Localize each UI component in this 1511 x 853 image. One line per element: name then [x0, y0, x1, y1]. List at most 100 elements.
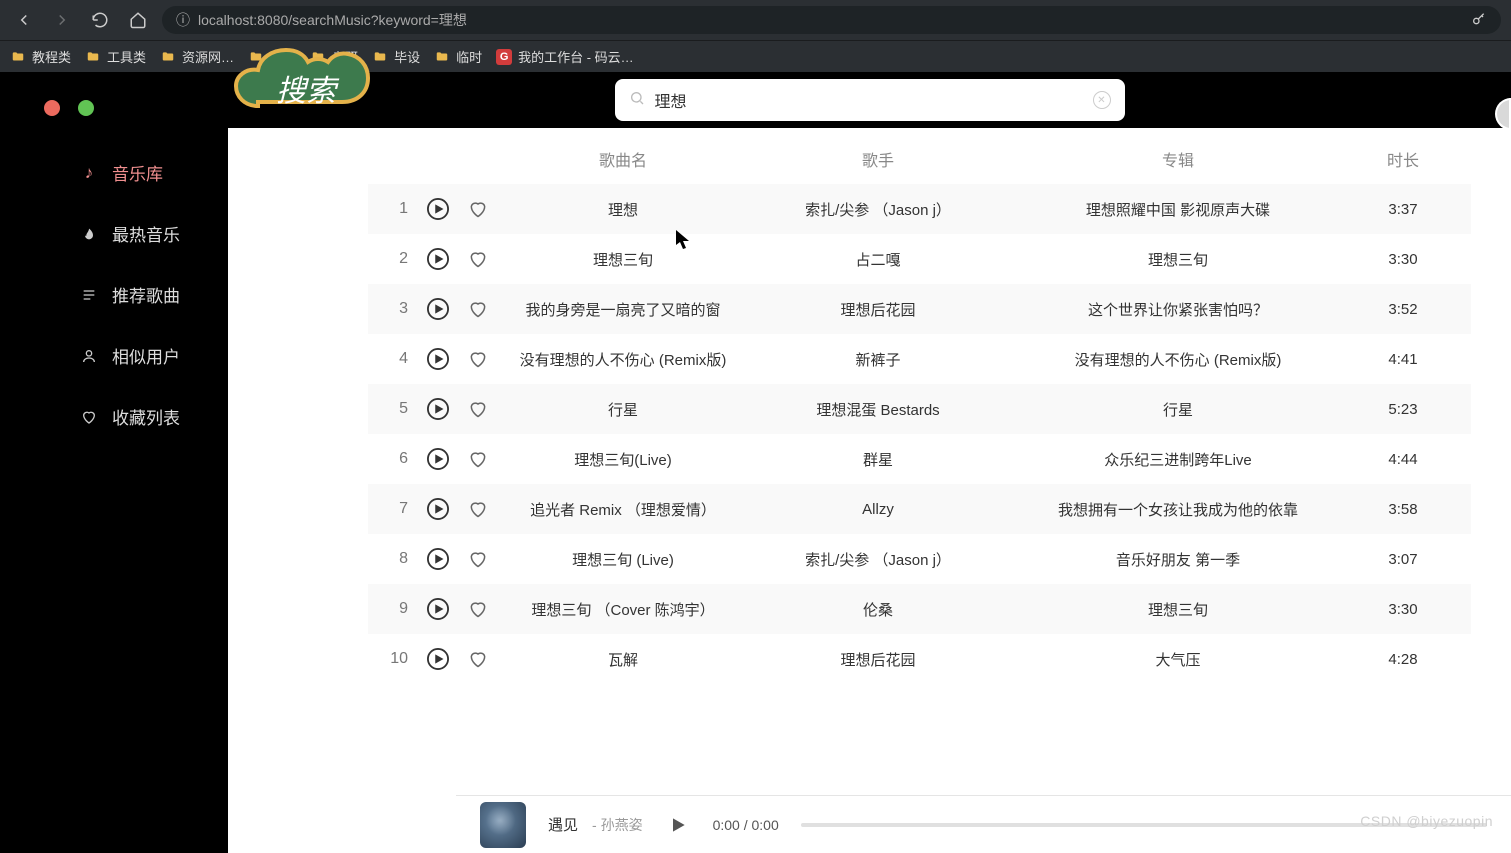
play-icon[interactable]	[418, 348, 458, 370]
search-input[interactable]	[655, 91, 1083, 109]
cell-title: 理想	[498, 199, 748, 220]
cell-title: 理想三旬(Live)	[498, 449, 748, 470]
sidebar-item-recommend[interactable]: 推荐歌曲	[0, 264, 228, 325]
play-icon[interactable]	[418, 498, 458, 520]
clear-icon[interactable]: ✕	[1093, 91, 1111, 109]
table-row[interactable]: 10瓦解理想后花园大气压4:28	[368, 634, 1471, 684]
table-row[interactable]: 1理想索扎/尖参 （Jason j）理想照耀中国 影视原声大碟3:37	[368, 184, 1471, 234]
play-icon[interactable]	[418, 598, 458, 620]
bookmark-item[interactable]: 资源网…	[160, 47, 234, 66]
time-display: 0:00 / 0:00	[713, 817, 779, 833]
address-bar[interactable]: ⓘ localhost:8080/searchMusic?keyword=理想	[162, 6, 1501, 34]
album-cover[interactable]	[480, 802, 526, 848]
bookmark-item[interactable]: 临时	[434, 47, 482, 66]
cell-duration: 4:44	[1348, 451, 1458, 468]
sidebar-item-favorites[interactable]: 收藏列表	[0, 386, 228, 447]
cell-album: 理想照耀中国 影视原声大碟	[1008, 199, 1348, 220]
play-button[interactable]	[665, 812, 691, 838]
close-dot[interactable]	[44, 100, 60, 116]
play-icon[interactable]	[418, 298, 458, 320]
cell-artist: 伦桑	[748, 599, 1008, 620]
key-icon[interactable]	[1471, 11, 1487, 30]
favorite-icon[interactable]	[458, 499, 498, 519]
sidebar-item-hot[interactable]: 最热音乐	[0, 203, 228, 264]
home-button[interactable]	[124, 6, 152, 34]
back-button[interactable]	[10, 6, 38, 34]
fire-icon	[80, 225, 98, 243]
cell-title: 瓦解	[498, 649, 748, 670]
table-row[interactable]: 9理想三旬 （Cover 陈鸿宇）伦桑理想三旬3:30	[368, 584, 1471, 634]
play-icon[interactable]	[418, 648, 458, 670]
bookmarks-bar: 教程类 工具类 资源网… 武理 考研 毕设 临时 G我的工作台 - 码云…	[0, 40, 1511, 72]
sidebar-item-label: 收藏列表	[112, 404, 180, 429]
favorite-icon[interactable]	[458, 599, 498, 619]
table-row[interactable]: 2理想三旬占二嘎理想三旬3:30	[368, 234, 1471, 284]
table-header: 歌曲名 歌手 专辑 时长	[368, 134, 1471, 184]
search-box[interactable]: ✕	[615, 79, 1125, 121]
reload-button[interactable]	[86, 6, 114, 34]
row-index: 4	[368, 350, 418, 368]
info-icon: ⓘ	[176, 10, 190, 30]
row-index: 3	[368, 300, 418, 318]
table-row[interactable]: 8理想三旬 (Live)索扎/尖参 （Jason j）音乐好朋友 第一季3:07	[368, 534, 1471, 584]
cell-album: 音乐好朋友 第一季	[1008, 549, 1348, 570]
maximize-dot[interactable]	[78, 100, 94, 116]
row-index: 10	[368, 650, 418, 668]
cell-album: 众乐纪三进制跨年Live	[1008, 449, 1348, 470]
cell-duration: 3:58	[1348, 501, 1458, 518]
favorite-icon[interactable]	[458, 349, 498, 369]
now-playing-artist: - 孙燕姿	[592, 815, 643, 835]
play-icon[interactable]	[418, 398, 458, 420]
app-root: ♪ 音乐库 最热音乐 推荐歌曲 相似用户 收藏列表	[0, 72, 1511, 853]
sidebar: ♪ 音乐库 最热音乐 推荐歌曲 相似用户 收藏列表	[0, 72, 228, 853]
bookmark-item[interactable]: G我的工作台 - 码云…	[496, 47, 634, 66]
traffic-lights	[44, 100, 94, 116]
favorite-icon[interactable]	[458, 299, 498, 319]
gitee-icon: G	[496, 49, 512, 65]
col-title: 歌曲名	[498, 147, 748, 171]
badge-label: 搜索	[276, 66, 336, 110]
table-row[interactable]: 7追光者 Remix （理想爱情）Allzy我想拥有一个女孩让我成为他的依靠3:…	[368, 484, 1471, 534]
results-table: 歌曲名 歌手 专辑 时长 1理想索扎/尖参 （Jason j）理想照耀中国 影视…	[228, 128, 1511, 853]
cell-title: 没有理想的人不伤心 (Remix版)	[498, 349, 748, 370]
cell-duration: 3:30	[1348, 601, 1458, 618]
sidebar-item-label: 相似用户	[112, 343, 180, 368]
cell-title: 理想三旬 (Live)	[498, 549, 748, 570]
cell-artist: Allzy	[748, 501, 1008, 518]
forward-button[interactable]	[48, 6, 76, 34]
bookmark-item[interactable]: 教程类	[10, 47, 71, 66]
table-row[interactable]: 5行星理想混蛋 Bestards行星5:23	[368, 384, 1471, 434]
sidebar-item-users[interactable]: 相似用户	[0, 325, 228, 386]
table-row[interactable]: 3我的身旁是一扇亮了又暗的窗理想后花园这个世界让你紧张害怕吗？3:52	[368, 284, 1471, 334]
favorite-icon[interactable]	[458, 249, 498, 269]
favorite-icon[interactable]	[458, 399, 498, 419]
sidebar-item-library[interactable]: ♪ 音乐库	[0, 142, 228, 203]
music-icon: ♪	[80, 164, 98, 182]
favorite-icon[interactable]	[458, 649, 498, 669]
table-row[interactable]: 4没有理想的人不伤心 (Remix版)新裤子没有理想的人不伤心 (Remix版)…	[368, 334, 1471, 384]
play-icon[interactable]	[418, 248, 458, 270]
browser-toolbar: ⓘ localhost:8080/searchMusic?keyword=理想	[0, 0, 1511, 40]
favorite-icon[interactable]	[458, 199, 498, 219]
bookmark-item[interactable]: 工具类	[85, 47, 146, 66]
play-icon[interactable]	[418, 548, 458, 570]
cell-duration: 3:30	[1348, 251, 1458, 268]
row-index: 7	[368, 500, 418, 518]
player-bar: 遇见 - 孙燕姿 0:00 / 0:00	[456, 795, 1511, 853]
url-text: localhost:8080/searchMusic?keyword=理想	[198, 10, 467, 30]
cell-artist: 理想后花园	[748, 649, 1008, 670]
cell-duration: 3:37	[1348, 201, 1458, 218]
cell-album: 这个世界让你紧张害怕吗？	[1008, 299, 1348, 320]
table-row[interactable]: 6理想三旬(Live)群星众乐纪三进制跨年Live4:44	[368, 434, 1471, 484]
cell-duration: 3:52	[1348, 301, 1458, 318]
row-index: 6	[368, 450, 418, 468]
favorite-icon[interactable]	[458, 449, 498, 469]
heart-icon	[80, 408, 98, 426]
cell-duration: 3:07	[1348, 551, 1458, 568]
favorite-icon[interactable]	[458, 549, 498, 569]
play-icon[interactable]	[418, 198, 458, 220]
cell-artist: 理想混蛋 Bestards	[748, 399, 1008, 420]
cell-artist: 新裤子	[748, 349, 1008, 370]
cell-artist: 理想后花园	[748, 299, 1008, 320]
play-icon[interactable]	[418, 448, 458, 470]
